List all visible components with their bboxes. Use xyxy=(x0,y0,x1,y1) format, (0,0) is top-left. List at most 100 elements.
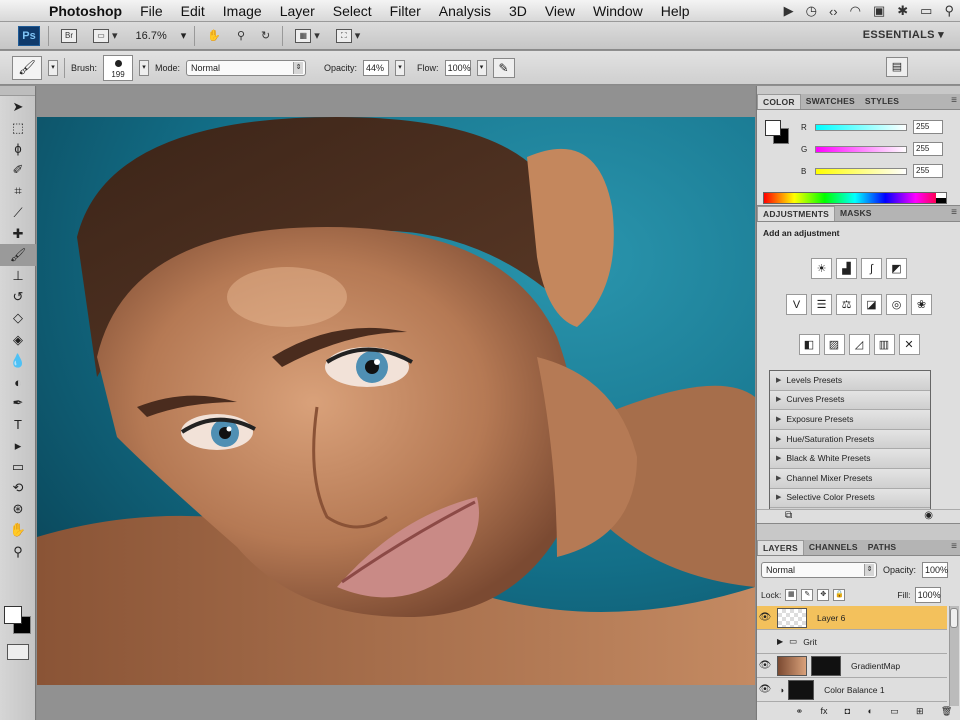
add-mask-icon[interactable]: ◘ xyxy=(845,706,850,720)
clip-layer-icon[interactable]: ⧉ xyxy=(785,510,792,523)
tab-color[interactable]: COLOR xyxy=(757,94,801,109)
arrange-documents-button[interactable]: ▦ ▾ xyxy=(291,26,324,46)
paint-bucket-tool-icon[interactable]: ◈ xyxy=(0,329,36,350)
tab-adjustments[interactable]: ADJUSTMENTS xyxy=(757,206,835,221)
screen-mode-button[interactable]: ⛶ ▾ xyxy=(332,26,365,46)
visibility-eye-icon[interactable]: 👁 xyxy=(757,684,773,695)
preset-levels[interactable]: ▶ Levels Presets xyxy=(770,371,930,391)
posterize-icon[interactable]: ▨ xyxy=(823,334,845,355)
marquee-tool-icon[interactable]: ⬚ xyxy=(0,117,36,138)
flow-input[interactable]: 100% xyxy=(444,59,471,76)
brush-picker[interactable]: 199 xyxy=(103,54,134,81)
bridge-button[interactable]: Br xyxy=(57,26,81,46)
history-brush-tool-icon[interactable]: ↺ xyxy=(0,287,36,308)
preset-selective-color[interactable]: ▶ Selective Color Presets xyxy=(770,488,930,509)
layers-scrollbar[interactable] xyxy=(949,606,959,706)
clone-stamp-tool-icon[interactable]: ⊥ xyxy=(0,266,36,287)
lasso-tool-icon[interactable]: ϕ xyxy=(0,138,36,159)
type-tool-icon[interactable]: T xyxy=(0,414,36,435)
green-value[interactable]: 255 xyxy=(913,142,943,156)
zoom-dropdown-icon[interactable]: ▾ xyxy=(181,29,187,42)
move-tool-icon[interactable]: ➤ xyxy=(0,96,36,117)
levels-icon[interactable]: ▟ xyxy=(836,258,857,279)
rotate-view-button[interactable]: ↻ xyxy=(257,26,274,46)
path-select-tool-icon[interactable]: ▸ xyxy=(0,435,36,456)
tool-preset-picker[interactable]: 🖌 xyxy=(12,55,42,80)
video-icon[interactable]: ▶ xyxy=(784,3,794,19)
layer-row-grit[interactable]: ▶ ▭ Grit xyxy=(757,630,947,654)
red-slider[interactable] xyxy=(815,123,907,131)
selective-color-icon[interactable]: ✕ xyxy=(898,334,920,355)
group-expand-icon[interactable]: ▶ xyxy=(777,637,783,646)
fill-input[interactable]: 100% xyxy=(914,587,941,603)
quick-select-tool-icon[interactable]: ✐ xyxy=(0,160,36,181)
hand-tool-button[interactable]: ✋ xyxy=(203,26,225,46)
new-adjustment-icon[interactable]: ◐ xyxy=(867,706,872,720)
blue-slider[interactable] xyxy=(815,167,907,175)
time-machine-icon[interactable]: ◷ xyxy=(806,3,817,19)
menu-help[interactable]: Help xyxy=(652,0,699,22)
flow-slider-icon[interactable]: ▾ xyxy=(476,59,487,76)
brush-panel-toggle[interactable]: ▤ xyxy=(886,57,908,77)
lock-position-icon[interactable]: ✥ xyxy=(817,589,830,601)
menu-photoshop[interactable]: Photoshop xyxy=(40,0,131,22)
menu-layer[interactable]: Layer xyxy=(271,0,324,22)
brightness-contrast-icon[interactable]: ☀ xyxy=(811,258,832,279)
vibrance-icon[interactable]: V xyxy=(786,294,807,315)
healing-tool-icon[interactable]: ✚ xyxy=(0,223,36,244)
brush-tool-icon[interactable]: 🖌 xyxy=(0,244,36,266)
layer-row-gradientmap[interactable]: 👁 GradientMap xyxy=(757,654,947,678)
opacity-slider-icon[interactable]: ▾ xyxy=(395,59,406,76)
menu-3d[interactable]: 3D xyxy=(500,0,536,22)
preset-channel-mixer[interactable]: ▶ Channel Mixer Presets xyxy=(770,468,930,489)
foreground-color-chip[interactable] xyxy=(765,120,781,136)
exposure-icon[interactable]: ◩ xyxy=(886,258,907,279)
toolbox-grip[interactable] xyxy=(0,86,35,96)
airbrush-toggle[interactable]: ✎ xyxy=(492,57,515,78)
new-layer-icon[interactable]: ⊞ xyxy=(916,706,924,720)
preset-curves[interactable]: ▶ Curves Presets xyxy=(770,390,930,411)
tab-channels[interactable]: CHANNELS xyxy=(804,540,863,555)
battery-icon[interactable]: ▭ xyxy=(920,3,932,19)
delete-layer-icon[interactable]: 🗑 xyxy=(941,706,952,720)
red-value[interactable]: 255 xyxy=(913,120,943,134)
quick-mask-button[interactable] xyxy=(7,644,29,660)
link-layers-icon[interactable]: ⚭ xyxy=(796,706,804,720)
panel-menu-icon[interactable]: ≡ xyxy=(951,95,957,106)
portrait-photo[interactable] xyxy=(37,117,755,685)
panel-menu-icon[interactable]: ≡ xyxy=(951,541,957,552)
menu-analysis[interactable]: Analysis xyxy=(430,0,500,22)
layer-opacity-input[interactable]: 100% xyxy=(922,562,948,578)
crop-tool-icon[interactable]: ⌗ xyxy=(0,181,36,202)
zoom-level[interactable]: 16.7% xyxy=(130,30,173,42)
pen-tool-icon[interactable]: ✒ xyxy=(0,393,36,414)
zoom-tool-icon[interactable]: ⚲ xyxy=(0,541,36,562)
preset-exposure[interactable]: ▶ Exposure Presets xyxy=(770,410,930,430)
layer-style-icon[interactable]: fx xyxy=(820,706,827,720)
tab-paths[interactable]: PATHS xyxy=(863,540,902,555)
display-icon[interactable]: ▣ xyxy=(873,3,885,19)
mode-select[interactable]: Normal ⇕ xyxy=(186,59,307,76)
green-slider[interactable] xyxy=(815,145,907,153)
invert-icon[interactable]: ◧ xyxy=(798,334,820,355)
black-white-ramp[interactable] xyxy=(936,193,946,203)
tool-preset-dropdown-icon[interactable]: ▾ xyxy=(48,59,58,76)
panel-menu-icon[interactable]: ≡ xyxy=(951,207,957,218)
tab-layers[interactable]: LAYERS xyxy=(757,540,804,555)
brush-dropdown-icon[interactable]: ▾ xyxy=(139,59,150,76)
document-canvas[interactable] xyxy=(37,86,755,720)
black-white-icon[interactable]: ◪ xyxy=(861,294,882,315)
curves-icon[interactable]: ∫ xyxy=(861,258,882,279)
wifi-icon[interactable]: ◠ xyxy=(850,3,861,19)
menu-filter[interactable]: Filter xyxy=(381,0,430,22)
color-swatches[interactable] xyxy=(4,606,32,636)
lock-transparency-icon[interactable]: ▦ xyxy=(785,589,798,601)
preset-hue-saturation[interactable]: ▶ Hue/Saturation Presets xyxy=(770,429,930,450)
menu-window[interactable]: Window xyxy=(584,0,652,22)
3d-rotate-tool-icon[interactable]: ⟲ xyxy=(0,477,36,498)
menu-image[interactable]: Image xyxy=(214,0,271,22)
layer-row-color-balance[interactable]: 👁 ◑ Color Balance 1 xyxy=(757,678,947,702)
gradient-map-icon[interactable]: ▥ xyxy=(873,334,895,355)
tab-styles[interactable]: STYLES xyxy=(860,94,904,109)
hand-tool-icon[interactable]: ✋ xyxy=(0,520,36,541)
